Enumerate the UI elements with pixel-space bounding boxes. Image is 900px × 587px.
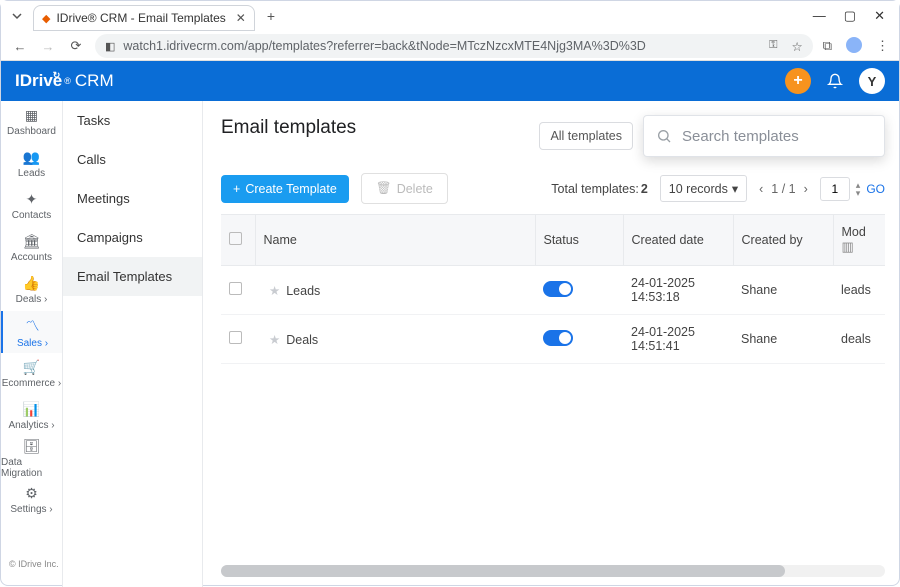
table-row[interactable]: ★ Deals 24-01-2025 14:51:41 Shane deals [221, 315, 885, 364]
chevron-down-icon: ▾ [732, 181, 738, 196]
horizontal-scrollbar[interactable] [221, 565, 885, 577]
tab-title: IDrive® CRM - Email Templates [56, 11, 225, 25]
table-row[interactable]: ★ Leads 24-01-2025 14:53:18 Shane leads [221, 266, 885, 315]
sidebar-item-leads[interactable]: 👥Leads [1, 143, 62, 185]
new-tab-button[interactable]: + [261, 8, 281, 24]
plus-icon: + [233, 182, 240, 196]
col-created-date[interactable]: Created date [623, 215, 733, 266]
nav-forward-icon: → [39, 39, 57, 54]
app-logo[interactable]: IDrive↻®CRM [15, 71, 114, 91]
created-by: Shane [733, 315, 833, 364]
site-info-icon[interactable]: ◧ [105, 40, 115, 53]
address-bar[interactable]: ◧ watch1.idrivecrm.com/app/templates?ref… [95, 34, 813, 58]
module: deals [833, 315, 885, 364]
prev-page-icon[interactable]: ‹ [759, 182, 763, 196]
sub-item-calls[interactable]: Calls [63, 140, 202, 179]
column-settings-icon[interactable]: ▥ [842, 239, 854, 254]
module: leads [833, 266, 885, 315]
sidebar-item-dashboard[interactable]: ▦Dashboard [1, 101, 62, 143]
filter-dropdown[interactable]: All templates [539, 122, 633, 150]
sidebar-item-contacts[interactable]: ✦Contacts [1, 185, 62, 227]
sidebar-item-settings[interactable]: ⚙Settings › [1, 479, 62, 521]
templates-table: Name Status Created date Created by Mod … [221, 214, 885, 364]
template-name[interactable]: Leads [286, 284, 320, 298]
sub-item-campaigns[interactable]: Campaigns [63, 218, 202, 257]
browser-chrome: ◆ IDrive® CRM - Email Templates ✕ + — ▢ … [1, 1, 899, 61]
browser-tab[interactable]: ◆ IDrive® CRM - Email Templates ✕ [33, 5, 255, 31]
close-tab-icon[interactable]: ✕ [236, 11, 246, 25]
search-icon [656, 128, 672, 144]
trash-icon: 🗑 [376, 181, 392, 196]
window-close-icon[interactable]: ✕ [874, 8, 885, 24]
create-template-button[interactable]: + Create Template [221, 175, 349, 203]
col-status[interactable]: Status [535, 215, 623, 266]
next-page-icon[interactable]: › [804, 182, 808, 196]
select-all-checkbox[interactable] [229, 232, 242, 245]
sidebar-item-accounts[interactable]: 🏛Accounts [1, 227, 62, 269]
main-sidebar: ▦Dashboard 👥Leads ✦Contacts 🏛Accounts 👍D… [1, 101, 63, 587]
records-per-page[interactable]: 10 records▾ [660, 175, 747, 202]
col-created-by[interactable]: Created by [733, 215, 833, 266]
create-button[interactable]: + [785, 68, 811, 94]
sub-item-meetings[interactable]: Meetings [63, 179, 202, 218]
password-icon[interactable]: ⚿ [769, 39, 777, 54]
window-minimize-icon[interactable]: — [813, 8, 826, 24]
row-checkbox[interactable] [229, 331, 242, 344]
url-text: watch1.idrivecrm.com/app/templates?refer… [123, 39, 761, 53]
tab-dropdown-icon[interactable] [7, 6, 27, 26]
template-name[interactable]: Deals [286, 333, 318, 347]
row-checkbox[interactable] [229, 282, 242, 295]
col-name[interactable]: Name [255, 215, 535, 266]
star-icon[interactable]: ★ [269, 333, 280, 347]
created-date: 24-01-2025 14:51:41 [623, 315, 733, 364]
bookmark-icon[interactable]: ☆ [791, 39, 802, 54]
sub-item-tasks[interactable]: Tasks [63, 101, 202, 140]
sidebar-item-data-migration[interactable]: 🗄Data Migration [1, 437, 62, 479]
profile-icon[interactable] [846, 37, 862, 56]
created-date: 24-01-2025 14:53:18 [623, 266, 733, 315]
notifications-icon[interactable] [827, 73, 843, 89]
page-indicator: 1 / 1 [771, 182, 795, 196]
search-popover [643, 115, 885, 157]
goto-stepper-icon[interactable]: ▴▾ [856, 181, 861, 197]
delete-button[interactable]: 🗑 Delete [361, 173, 448, 204]
created-by: Shane [733, 266, 833, 315]
sidebar-item-ecommerce[interactable]: 🛒Ecommerce › [1, 353, 62, 395]
sidebar-item-analytics[interactable]: 📊Analytics › [1, 395, 62, 437]
extensions-icon[interactable]: ⧉ [823, 38, 832, 54]
main-content: Email templates All templates + Create T… [203, 101, 899, 587]
favicon-icon: ◆ [42, 12, 50, 25]
total-templates-label: Total templates:2 [551, 182, 648, 196]
sidebar-item-deals[interactable]: 👍Deals › [1, 269, 62, 311]
sub-sidebar: Tasks Calls Meetings Campaigns Email Tem… [63, 101, 203, 587]
window-maximize-icon[interactable]: ▢ [844, 8, 856, 24]
footer-copyright: © IDrive Inc. [1, 551, 62, 587]
col-module[interactable]: Mod ▥ [833, 215, 885, 266]
user-avatar[interactable]: Y [859, 68, 885, 94]
scrollbar-thumb[interactable] [221, 565, 785, 577]
nav-back-icon[interactable]: ← [11, 39, 29, 54]
browser-menu-icon[interactable]: ⋮ [876, 38, 889, 54]
nav-reload-icon[interactable]: ⟳ [67, 38, 85, 54]
status-toggle[interactable] [543, 330, 573, 346]
star-icon[interactable]: ★ [269, 284, 280, 298]
status-toggle[interactable] [543, 281, 573, 297]
goto-page-input[interactable] [820, 177, 850, 201]
search-input[interactable] [682, 128, 872, 145]
sub-item-email-templates[interactable]: Email Templates [63, 257, 202, 296]
sidebar-item-sales[interactable]: 〽Sales › [1, 311, 62, 353]
app-header: IDrive↻®CRM + Y [1, 61, 899, 101]
go-button[interactable]: GO [866, 182, 885, 196]
